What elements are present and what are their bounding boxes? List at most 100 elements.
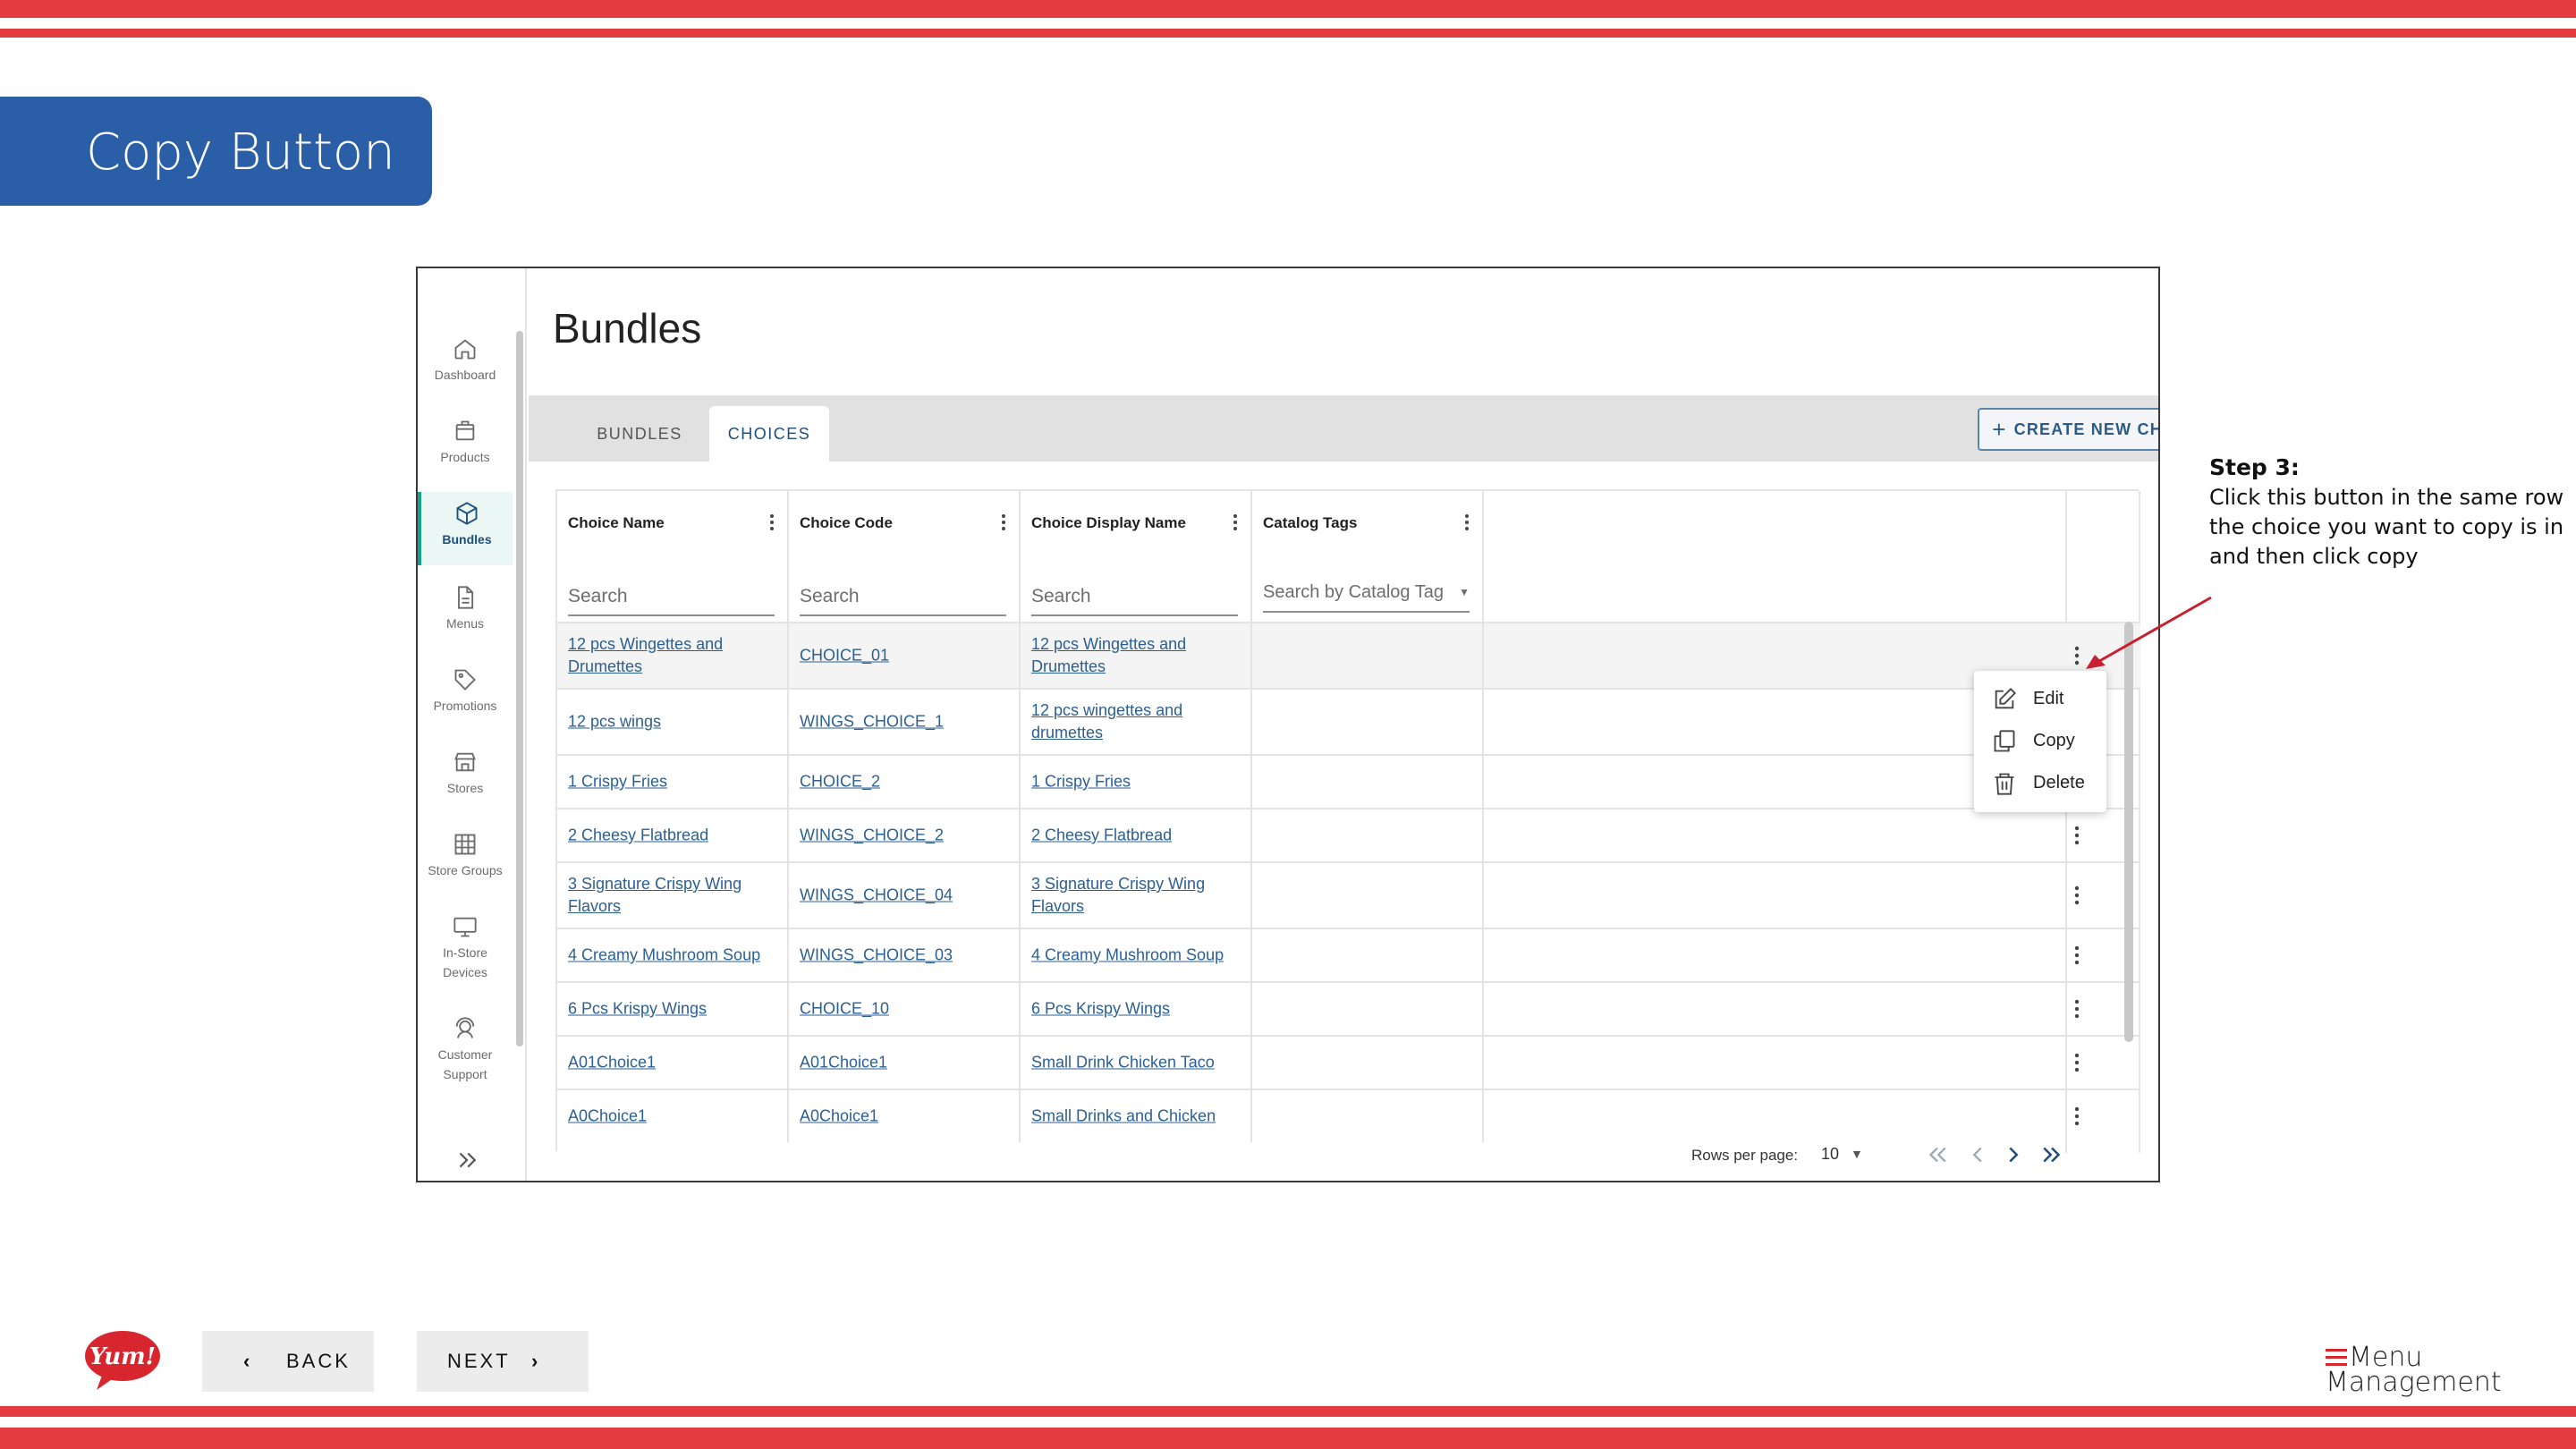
table-cell-link[interactable]: 3 Signature Crispy Wing Flavors xyxy=(568,873,778,918)
next-page-icon[interactable] xyxy=(2000,1141,2027,1168)
table-cell-link[interactable]: A01Choice1 xyxy=(568,1052,778,1074)
table-cell-link[interactable]: A01Choice1 xyxy=(800,1052,1010,1074)
sidebar-item-label: Customer Support xyxy=(437,1047,493,1081)
table-cell-code: WINGS_CHOICE_1 xyxy=(789,690,1021,754)
back-button[interactable]: ‹ BACK xyxy=(202,1331,374,1392)
table-row[interactable]: 4 Creamy Mushroom Soup WINGS_CHOICE_03 4 C… xyxy=(557,928,2140,981)
table-cell-link[interactable]: CHOICE_01 xyxy=(800,645,1010,667)
column-header-choice-name[interactable]: Choice Name xyxy=(557,491,789,557)
table-cell-link[interactable]: 1 Crispy Fries xyxy=(1031,771,1241,793)
table-cell-display: 4 Creamy Mushroom Soup xyxy=(1021,929,1252,981)
kebab-menu-icon[interactable] xyxy=(1233,513,1238,531)
table-cell-link[interactable]: 12 pcs Wingettes and Drumettes xyxy=(568,633,778,678)
sidebar-item-products[interactable]: Products xyxy=(418,419,513,483)
kebab-menu-icon[interactable] xyxy=(769,513,775,531)
first-page-icon[interactable] xyxy=(1924,1141,1951,1168)
row-actions-kebab-icon[interactable] xyxy=(2069,883,2085,908)
search-input-choice-code[interactable]: Search xyxy=(800,580,1006,616)
table-cell-link[interactable]: 3 Signature Crispy Wing Flavors xyxy=(1031,873,1241,918)
table-row[interactable]: 1 Crispy Fries CHOICE_2 1 Crispy Fries xyxy=(557,754,2140,808)
kebab-menu-icon[interactable] xyxy=(1464,513,1470,531)
row-actions-kebab-icon[interactable] xyxy=(2069,943,2085,968)
row-actions-kebab-icon[interactable] xyxy=(2069,823,2085,848)
table-cell-link[interactable]: A0Choice1 xyxy=(800,1106,1010,1128)
column-header-catalog-tags[interactable]: Catalog Tags xyxy=(1252,491,1484,557)
last-page-icon[interactable] xyxy=(2038,1141,2065,1168)
table-cell-link[interactable]: 2 Cheesy Flatbread xyxy=(1031,825,1241,847)
column-header-choice-code[interactable]: Choice Code xyxy=(789,491,1021,557)
table-cell-link[interactable]: WINGS_CHOICE_2 xyxy=(800,825,1010,847)
table-cell-display: 12 pcs wingettes and drumettes xyxy=(1021,690,1252,754)
table-cell-link[interactable]: CHOICE_10 xyxy=(800,998,1010,1021)
table-cell-link[interactable]: CHOICE_2 xyxy=(800,771,1010,793)
menu-item-copy[interactable]: Copy xyxy=(1974,720,2106,761)
kebab-menu-icon[interactable] xyxy=(1001,513,1006,531)
table-cell-name: 2 Cheesy Flatbread xyxy=(557,809,789,861)
rows-per-page-select[interactable]: 10 xyxy=(1821,1145,1839,1164)
search-input-choice-name[interactable]: Search xyxy=(568,580,775,616)
cube-icon xyxy=(456,502,478,525)
table-cell-link[interactable]: 12 pcs wingettes and drumettes xyxy=(1031,699,1241,744)
create-new-choice-button[interactable]: + CREATE NEW CHOICE xyxy=(1978,408,2158,451)
table-cell-link[interactable]: 12 pcs wings xyxy=(568,711,778,733)
sidebar-item-menus[interactable]: Menus xyxy=(418,585,513,649)
table-cell-link[interactable]: WINGS_CHOICE_03 xyxy=(800,945,1010,967)
slide-title: Copy Button xyxy=(86,123,395,182)
sidebar-item-promotions[interactable]: Promotions xyxy=(418,667,513,732)
table-cell-link[interactable]: Small Drinks and Chicken xyxy=(1031,1106,1241,1128)
pagination-bar: Rows per page: 10 ▼ xyxy=(529,1127,2158,1181)
table-row[interactable]: 12 pcs Wingettes and Drumettes CHOICE_01 1… xyxy=(557,622,2140,688)
document-icon xyxy=(458,586,474,609)
double-chevron-right-icon[interactable] xyxy=(453,1147,480,1174)
table-cell-link[interactable]: A0Choice1 xyxy=(568,1106,778,1128)
next-button[interactable]: NEXT › xyxy=(417,1331,589,1392)
chevron-left-icon: ‹ xyxy=(243,1350,253,1372)
table-cell-link[interactable]: 4 Creamy Mushroom Soup xyxy=(568,945,778,967)
table-cell-link[interactable]: 2 Cheesy Flatbread xyxy=(568,825,778,847)
table-scrollbar[interactable] xyxy=(2124,622,2133,1042)
chevron-down-icon[interactable]: ▼ xyxy=(1851,1147,1863,1161)
table-row[interactable]: A01Choice1 A01Choice1 Small Drink Chicken … xyxy=(557,1035,2140,1089)
sidebar-item-customer-support[interactable]: Customer Support xyxy=(418,1016,513,1098)
table-cell-link[interactable]: 6 Pcs Krispy Wings xyxy=(1031,998,1241,1021)
row-actions-kebab-icon[interactable] xyxy=(2069,996,2085,1021)
table-row[interactable]: 6 Pcs Krispy Wings CHOICE_10 6 Pcs Krispy … xyxy=(557,981,2140,1035)
menu-item-delete[interactable]: Delete xyxy=(1974,762,2106,803)
table-cell-link[interactable]: WINGS_CHOICE_04 xyxy=(800,885,1010,907)
table-cell-display: Small Drink Chicken Taco xyxy=(1021,1037,1252,1089)
table-row[interactable]: 3 Signature Crispy Wing Flavors WINGS_CHO… xyxy=(557,861,2140,928)
table-row[interactable]: 2 Cheesy Flatbread WINGS_CHOICE_2 2 Cheesy… xyxy=(557,808,2140,861)
search-input-display-name[interactable]: Search xyxy=(1031,580,1238,616)
row-actions-kebab-icon[interactable] xyxy=(2069,1050,2085,1075)
column-header-choice-display-name[interactable]: Choice Display Name xyxy=(1021,491,1252,557)
sidebar-item-store-groups[interactable]: Store Groups xyxy=(418,832,513,896)
tab-bundles[interactable]: BUNDLES xyxy=(582,406,697,462)
yum-logo-text: Yum! xyxy=(89,1343,156,1370)
table-cell-catalog-tags xyxy=(1252,690,1484,754)
sidebar-item-bundles[interactable]: Bundles xyxy=(418,492,513,565)
table-row[interactable]: 12 pcs wings WINGS_CHOICE_1 12 pcs wingett… xyxy=(557,688,2140,754)
tab-bar: BUNDLES CHOICES + CREATE NEW CHOICE xyxy=(529,395,2158,462)
home-icon xyxy=(454,339,476,360)
sidebar-item-stores[interactable]: Stores xyxy=(418,750,513,814)
sidebar-scrollbar[interactable] xyxy=(516,331,523,1046)
catalog-tag-select[interactable]: Search by Catalog Tag ▼ xyxy=(1263,577,1470,613)
sidebar-item-dashboard[interactable]: Dashboard xyxy=(418,336,513,401)
table-cell-link[interactable]: 1 Crispy Fries xyxy=(568,771,778,793)
yum-logo: Yum! xyxy=(85,1331,160,1390)
page-title: Bundles xyxy=(553,305,702,352)
row-actions-kebab-icon[interactable] xyxy=(2069,1104,2085,1129)
sidebar-item-in-store-devices[interactable]: In-Store Devices xyxy=(418,914,513,996)
menu-item-edit[interactable]: Edit xyxy=(1974,678,2106,719)
table-cell-name: 1 Crispy Fries xyxy=(557,756,789,808)
column-header-label: Choice Name xyxy=(568,514,665,531)
column-header-label: Choice Display Name xyxy=(1031,514,1186,531)
tab-choices[interactable]: CHOICES xyxy=(709,406,829,462)
table-cell-link[interactable]: 6 Pcs Krispy Wings xyxy=(568,998,778,1021)
table-cell-link[interactable]: Small Drink Chicken Taco xyxy=(1031,1052,1241,1074)
table-cell-link[interactable]: 12 pcs Wingettes and Drumettes xyxy=(1031,633,1241,678)
filter-choice-name: Search xyxy=(557,557,789,622)
table-cell-link[interactable]: WINGS_CHOICE_1 xyxy=(800,711,1010,733)
previous-page-icon[interactable] xyxy=(1964,1141,1991,1168)
table-cell-link[interactable]: 4 Creamy Mushroom Soup xyxy=(1031,945,1241,967)
